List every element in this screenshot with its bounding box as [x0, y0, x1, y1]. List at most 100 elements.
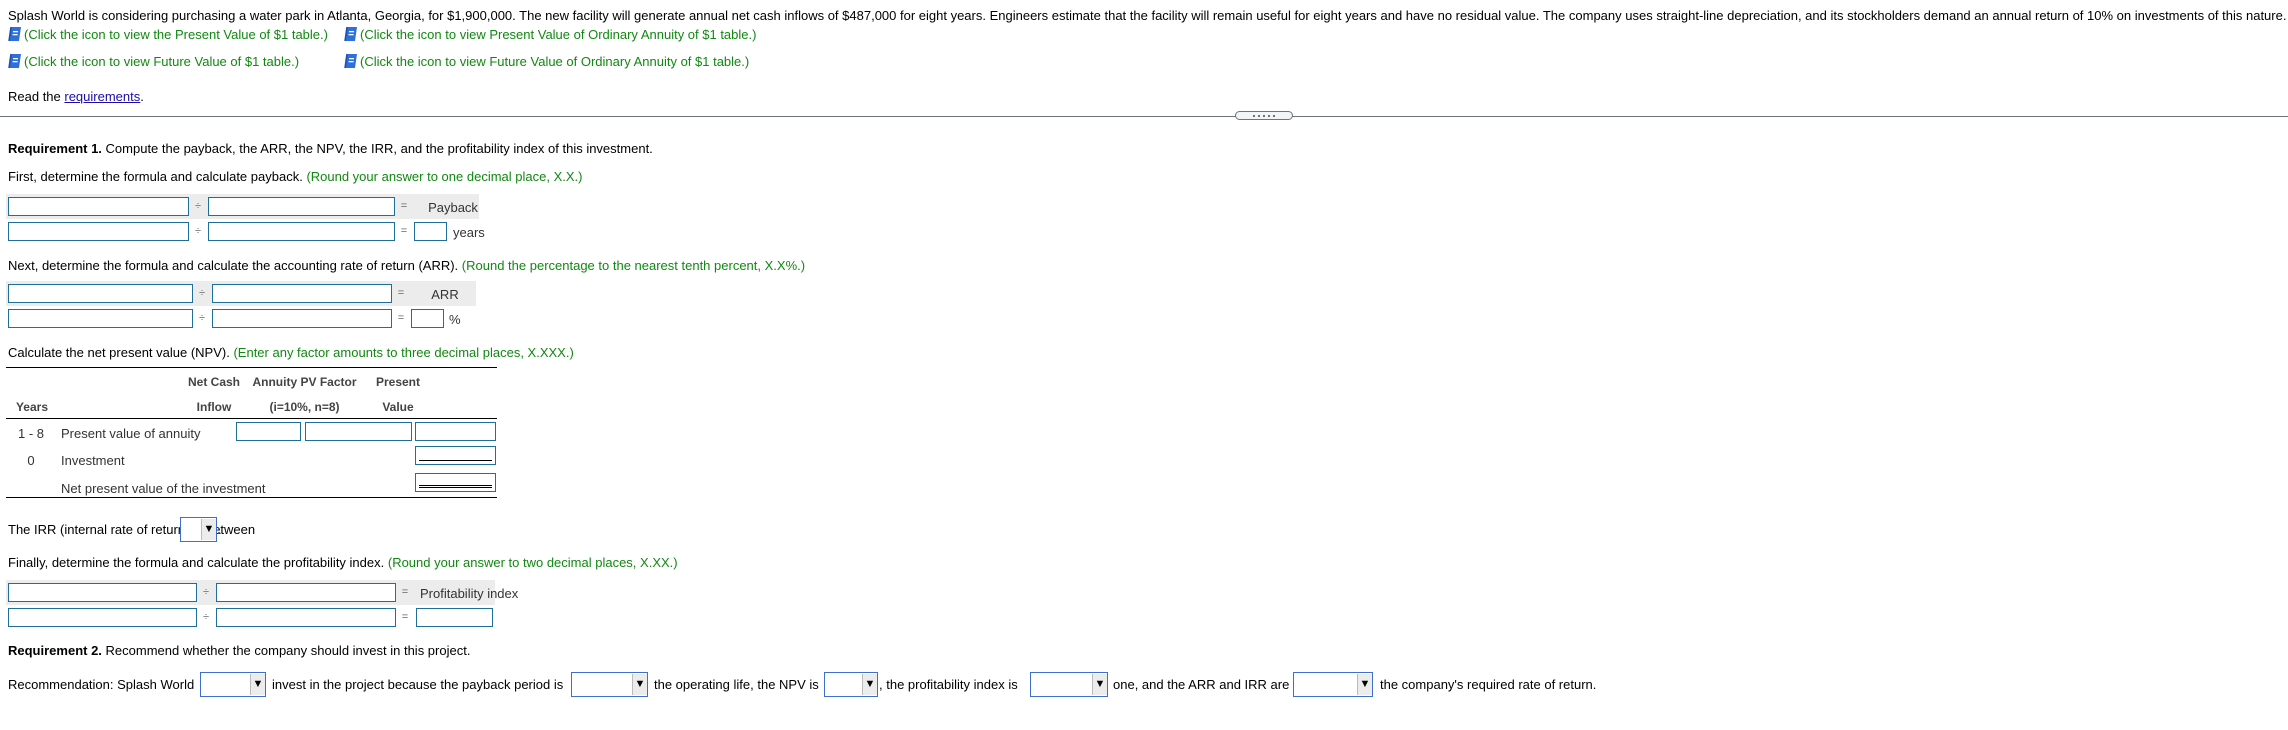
pi-denominator-label-input[interactable] — [216, 583, 396, 602]
pi-denominator-input[interactable] — [216, 608, 396, 627]
arr-denominator-label-input[interactable] — [212, 284, 392, 303]
divide-operator: ÷ — [194, 225, 202, 237]
read-prefix: Read the — [8, 89, 65, 104]
instruction-text: Calculate the net present value (NPV). — [8, 345, 230, 360]
link-label[interactable]: (Click the icon to view Future Value of … — [360, 54, 749, 69]
instruction-text: Next, determine the formula and calculat… — [8, 258, 459, 273]
book-icon[interactable] — [344, 26, 358, 42]
header-factor-params: (i=10%, n=8) — [269, 400, 340, 414]
npv-factor-input[interactable] — [305, 422, 412, 441]
req1-text: Compute the payback, the ARR, the NPV, t… — [101, 141, 653, 156]
invest-select[interactable]: ▼ — [200, 672, 266, 697]
read-requirements: Read the requirements. — [8, 89, 144, 105]
resize-handle[interactable] — [1235, 111, 1293, 120]
npv-total-input[interactable] — [415, 473, 496, 492]
npv-pv-annuity-input[interactable] — [415, 422, 496, 441]
dropdown-arrow-icon[interactable]: ▼ — [1357, 674, 1372, 695]
link-label[interactable]: (Click the icon to view Future Value of … — [24, 54, 299, 69]
equals-operator: = — [401, 586, 409, 598]
payback-numerator-input[interactable] — [8, 222, 189, 241]
arr-hint: (Round the percentage to the nearest ten… — [461, 258, 806, 273]
book-icon[interactable] — [8, 53, 22, 69]
arr-irr-compare-select[interactable]: ▼ — [1293, 672, 1373, 697]
header-present: Present — [375, 375, 421, 389]
npv-instruction: Calculate the net present value (NPV). (… — [8, 345, 574, 361]
dropdown-arrow-icon[interactable]: ▼ — [1092, 674, 1107, 695]
read-suffix: . — [140, 89, 144, 104]
double-underline-bottom — [419, 487, 492, 488]
arr-result-label: ARR — [431, 287, 459, 302]
payback-instruction: First, determine the formula and calcula… — [8, 169, 582, 185]
section-divider — [0, 116, 2288, 117]
recommendation-text-4: , the profitability index is — [879, 677, 1018, 692]
recommendation-text-1: Recommendation: Splash World — [8, 677, 195, 692]
payback-result-input[interactable] — [414, 222, 447, 241]
payback-result-label: Payback — [428, 200, 478, 215]
book-icon[interactable] — [8, 26, 22, 42]
link-pv-table[interactable]: (Click the icon to view the Present Valu… — [8, 26, 328, 43]
header-years: Years — [15, 400, 49, 414]
pi-hint: (Round your answer to two decimal places… — [387, 555, 678, 570]
link-pv-annuity-table[interactable]: (Click the icon to view Present Value of… — [344, 26, 756, 43]
instruction-text: Finally, determine the formula and calcu… — [8, 555, 385, 570]
table-top-rule — [6, 367, 497, 368]
dropdown-arrow-icon[interactable]: ▼ — [632, 674, 647, 695]
payback-unit: years — [453, 225, 485, 240]
link-label[interactable]: (Click the icon to view the Present Valu… — [24, 27, 328, 42]
row-label: Present value of annuity — [61, 426, 201, 441]
pi-instruction: Finally, determine the formula and calcu… — [8, 555, 678, 571]
arr-numerator-input[interactable] — [8, 309, 193, 328]
problem-statement: Splash World is considering purchasing a… — [8, 8, 2287, 23]
payback-hint: (Round your answer to one decimal place,… — [306, 169, 583, 184]
req2-heading: Requirement 2. Recommend whether the com… — [8, 643, 470, 659]
dropdown-arrow-icon[interactable]: ▼ — [862, 674, 877, 695]
arr-result-input[interactable] — [411, 309, 444, 328]
link-fv-annuity-table[interactable]: (Click the icon to view Future Value of … — [344, 53, 749, 70]
payback-numerator-label-input[interactable] — [8, 197, 189, 216]
pi-numerator-label-input[interactable] — [8, 583, 197, 602]
npv-hint: (Enter any factor amounts to three decim… — [233, 345, 574, 360]
header-annuity-factor: Annuity PV Factor — [252, 375, 357, 389]
equals-operator: = — [401, 611, 409, 623]
row-label: Net present value of the investment — [61, 481, 266, 496]
divide-operator: ÷ — [194, 200, 202, 212]
equals-operator: = — [397, 287, 405, 299]
dropdown-arrow-icon[interactable]: ▼ — [201, 519, 216, 540]
row-label: Investment — [61, 453, 125, 468]
instruction-text: First, determine the formula and calcula… — [8, 169, 303, 184]
irr-select[interactable]: ▼ — [180, 517, 217, 542]
npv-investment-input[interactable] — [415, 446, 496, 465]
payback-compare-select[interactable]: ▼ — [571, 672, 648, 697]
equals-operator: = — [397, 312, 405, 324]
arr-unit: % — [449, 312, 461, 327]
equals-operator: = — [400, 200, 408, 212]
arr-denominator-input[interactable] — [212, 309, 392, 328]
npv-sign-select[interactable]: ▼ — [824, 672, 878, 697]
link-fv-table[interactable]: (Click the icon to view Future Value of … — [8, 53, 299, 70]
book-icon[interactable] — [344, 53, 358, 69]
table-bottom-rule — [6, 497, 497, 498]
divide-operator: ÷ — [198, 287, 206, 299]
pi-compare-select[interactable]: ▼ — [1030, 672, 1108, 697]
link-label[interactable]: (Click the icon to view Present Value of… — [360, 27, 756, 42]
single-underline — [419, 460, 492, 461]
requirements-link[interactable]: requirements — [64, 89, 140, 104]
header-value: Value — [382, 400, 414, 414]
arr-numerator-label-input[interactable] — [8, 284, 193, 303]
pi-numerator-input[interactable] — [8, 608, 197, 627]
recommendation-text-2: invest in the project because the paybac… — [272, 677, 564, 692]
payback-denominator-input[interactable] — [208, 222, 395, 241]
row-years: 0 — [27, 453, 35, 468]
pi-result-label: Profitability index — [420, 586, 519, 601]
irr-suffix: . — [218, 522, 222, 537]
table-header-rule — [6, 418, 497, 419]
req1-heading: Requirement 1. Compute the payback, the … — [8, 141, 653, 157]
npv-net-cash-input[interactable] — [236, 422, 301, 441]
req1-label: Requirement 1. — [8, 141, 102, 156]
arr-instruction: Next, determine the formula and calculat… — [8, 258, 805, 274]
payback-denominator-label-input[interactable] — [208, 197, 395, 216]
dropdown-arrow-icon[interactable]: ▼ — [250, 674, 265, 695]
req2-text: Recommend whether the company should inv… — [101, 643, 471, 658]
recommendation-text-5: one, and the ARR and IRR are — [1113, 677, 1290, 692]
pi-result-input[interactable] — [416, 608, 493, 627]
